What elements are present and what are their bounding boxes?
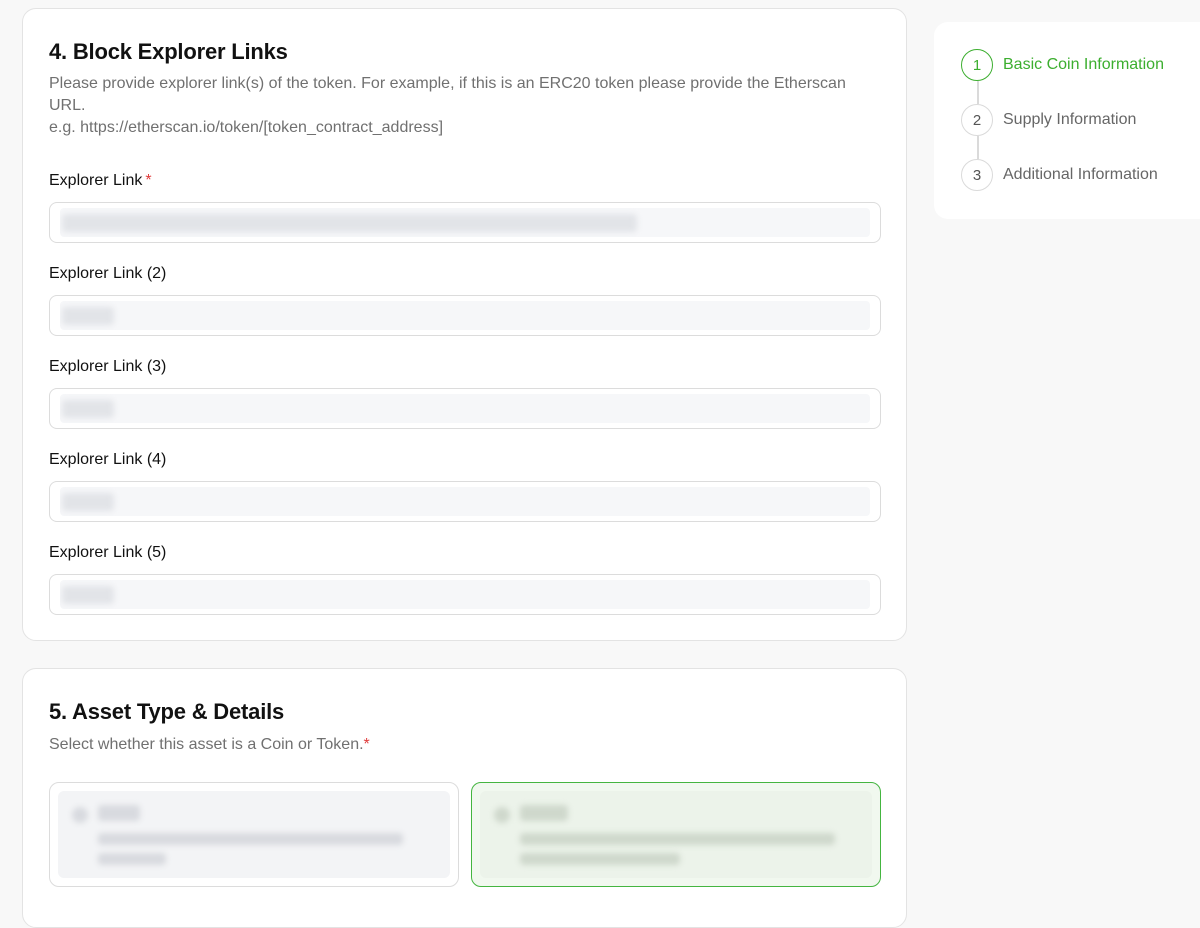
section-title: 4. Block Explorer Links <box>49 39 288 64</box>
progress-steps: 1 Basic Coin Information 2 Supply Inform… <box>934 22 1200 219</box>
blurred-value <box>62 214 637 232</box>
radio-icon <box>72 807 88 823</box>
blurred-placeholder <box>62 493 114 511</box>
required-mark: * <box>145 172 152 189</box>
explorer-link-2-input[interactable] <box>49 295 881 336</box>
coin-option-content <box>58 791 450 878</box>
explorer-link-5-label: Explorer Link (5) <box>49 544 167 561</box>
step-label: Additional Information <box>1003 166 1158 183</box>
explorer-link-5-input-value <box>60 580 870 609</box>
required-mark: * <box>363 736 370 753</box>
blurred-placeholder <box>62 400 114 418</box>
block-explorer-links-card: 4. Block Explorer Links Please provide e… <box>22 8 907 641</box>
explorer-link-label-text: Explorer Link <box>49 172 143 189</box>
section-description: Select whether this asset is a Coin or T… <box>49 734 884 756</box>
explorer-link-3-label: Explorer Link (3) <box>49 358 167 375</box>
token-option-content <box>480 791 872 878</box>
radio-icon <box>494 807 510 823</box>
explorer-link-2-label: Explorer Link (2) <box>49 265 167 282</box>
explorer-link-4-input[interactable] <box>49 481 881 522</box>
step-label: Basic Coin Information <box>1003 56 1164 73</box>
explorer-link-3-input[interactable] <box>49 388 881 429</box>
explorer-link-4-label: Explorer Link (4) <box>49 451 167 468</box>
blurred-option-title <box>520 805 568 821</box>
section-description: Please provide explorer link(s) of the t… <box>49 75 846 114</box>
step-basic-coin-information[interactable]: 1 Basic Coin Information <box>961 49 1164 81</box>
blurred-option-text <box>98 833 403 845</box>
step-number: 1 <box>961 49 993 81</box>
asset-type-option-coin[interactable] <box>49 782 459 887</box>
step-number: 2 <box>961 104 993 136</box>
blurred-option-title <box>98 805 140 821</box>
explorer-link-3-input-value <box>60 394 870 423</box>
explorer-link-input-value <box>60 208 870 237</box>
blurred-option-text <box>520 853 680 865</box>
section-title: 5. Asset Type & Details <box>49 699 285 724</box>
blurred-option-text <box>98 853 166 865</box>
explorer-link-label: Explorer Link * <box>49 172 152 190</box>
blurred-placeholder <box>62 307 114 325</box>
step-connector <box>977 81 979 104</box>
explorer-link-input[interactable] <box>49 202 881 243</box>
section-example: e.g. https://etherscan.io/token/[token_c… <box>49 119 444 136</box>
step-additional-information[interactable]: 3 Additional Information <box>961 159 1158 191</box>
asset-type-description: Select whether this asset is a Coin or T… <box>49 736 364 753</box>
step-number: 3 <box>961 159 993 191</box>
step-connector <box>977 136 979 159</box>
step-supply-information[interactable]: 2 Supply Information <box>961 104 1136 136</box>
explorer-link-2-input-value <box>60 301 870 330</box>
asset-type-card: 5. Asset Type & Details Select whether t… <box>22 668 907 928</box>
blurred-placeholder <box>62 586 114 604</box>
explorer-link-5-input[interactable] <box>49 574 881 615</box>
blurred-option-text <box>520 833 835 845</box>
step-label: Supply Information <box>1003 111 1137 128</box>
explorer-link-4-input-value <box>60 487 870 516</box>
asset-type-option-token[interactable] <box>471 782 881 887</box>
